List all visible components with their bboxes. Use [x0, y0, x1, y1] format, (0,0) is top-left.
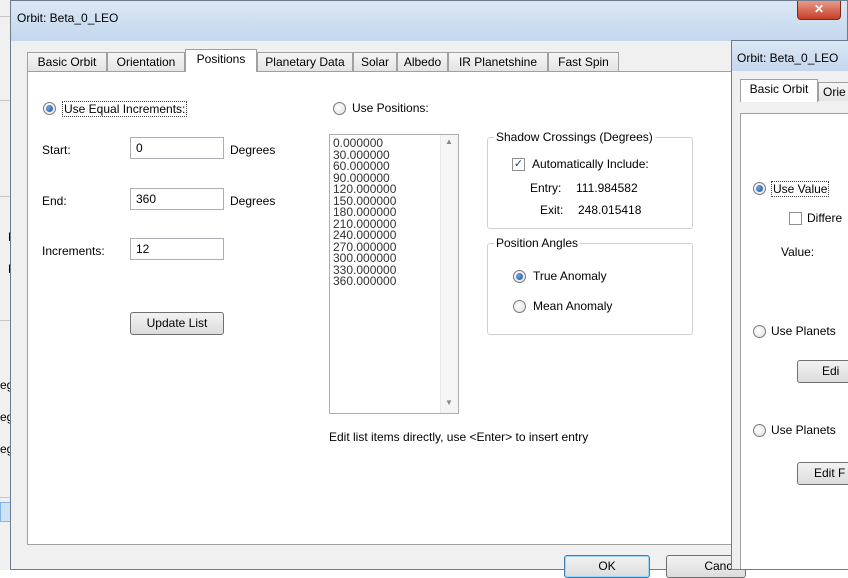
- use-planets-radio-2[interactable]: [753, 424, 766, 437]
- secondary-tab-orientation[interactable]: Orie: [818, 82, 848, 101]
- close-button[interactable]: ✕: [797, 1, 841, 20]
- orbit-dialog: Orbit: Beta_0_LEO ✕ Basic Orbit Orientat…: [10, 0, 848, 578]
- scroll-down-icon[interactable]: ▼: [445, 398, 453, 407]
- tab-basic-orbit[interactable]: Basic Orbit: [27, 52, 107, 71]
- use-equal-increments-label[interactable]: Use Equal Increments:: [62, 101, 188, 117]
- true-anomaly-label[interactable]: True Anomaly: [533, 269, 607, 283]
- shadow-crossings-group: Shadow Crossings (Degrees) ✓ Automatical…: [487, 130, 693, 229]
- use-planets-label-1[interactable]: Use Planets: [771, 324, 836, 338]
- entry-label: Entry:: [530, 181, 562, 195]
- auto-include-label: Automatically Include:: [532, 157, 649, 171]
- edit-button-2[interactable]: Edit F: [797, 462, 848, 485]
- auto-include-checkbox[interactable]: ✓: [512, 158, 525, 171]
- use-value-label[interactable]: Use Value: [771, 181, 830, 197]
- tab-fast-spin[interactable]: Fast Spin: [548, 52, 619, 71]
- list-hint: Edit list items directly, use <Enter> to…: [329, 430, 589, 444]
- update-list-button[interactable]: Update List: [130, 312, 224, 335]
- mean-anomaly-radio[interactable]: [513, 300, 526, 313]
- position-angles-group: Position Angles True Anomaly Mean Anomal…: [487, 236, 693, 335]
- different-label: Differe: [807, 211, 843, 225]
- tab-solar[interactable]: Solar: [353, 52, 397, 71]
- ok-button[interactable]: OK: [564, 555, 650, 578]
- orbit-dialog-secondary: Orbit: Beta_0_LEO Basic Orbit Orie Use V…: [731, 40, 848, 570]
- edit-button-1[interactable]: Edi: [797, 360, 848, 383]
- secondary-title-bar[interactable]: Orbit: Beta_0_LEO: [732, 41, 848, 71]
- end-label: End:: [42, 194, 67, 208]
- title-bar[interactable]: Orbit: Beta_0_LEO ✕: [11, 1, 847, 41]
- end-unit: Degrees: [230, 194, 276, 208]
- start-label: Start:: [42, 143, 71, 157]
- tab-positions[interactable]: Positions: [185, 49, 257, 72]
- exit-label: Exit:: [540, 203, 564, 217]
- end-input[interactable]: [130, 188, 224, 210]
- use-value-radio[interactable]: [753, 182, 766, 195]
- entry-value: 111.984582: [576, 181, 638, 195]
- different-checkbox[interactable]: [789, 212, 802, 225]
- position-angles-title: Position Angles: [494, 236, 581, 250]
- shadow-crossings-title: Shadow Crossings (Degrees): [494, 130, 655, 144]
- secondary-panel: Use Value Differe Value: Use Planets Edi…: [740, 113, 848, 569]
- start-unit: Degrees: [230, 143, 276, 157]
- positions-scrollbar[interactable]: ▲ ▼: [440, 135, 458, 413]
- scroll-up-icon[interactable]: ▲: [445, 137, 453, 146]
- use-positions-radio[interactable]: [333, 102, 346, 115]
- true-anomaly-radio[interactable]: [513, 270, 526, 283]
- use-planets-radio-1[interactable]: [753, 325, 766, 338]
- tab-albedo[interactable]: Albedo: [397, 52, 448, 71]
- secondary-dialog-title: Orbit: Beta_0_LEO: [737, 51, 839, 65]
- dialog-title: Orbit: Beta_0_LEO: [17, 11, 119, 25]
- mean-anomaly-label[interactable]: Mean Anomaly: [533, 299, 612, 313]
- tab-ir-planetshine[interactable]: IR Planetshine: [448, 52, 548, 71]
- positions-listbox[interactable]: 0.000000 30.000000 60.000000 90.000000 120.0…: [329, 134, 459, 414]
- use-positions-label[interactable]: Use Positions:: [352, 101, 429, 115]
- tab-orientation[interactable]: Orientation: [107, 52, 185, 71]
- positions-panel: Use Equal Increments: Start: Degrees End…: [27, 71, 740, 545]
- value-label: Value:: [781, 245, 815, 259]
- positions-list-item[interactable]: 360.000000: [330, 275, 458, 288]
- exit-value: 248.015418: [578, 203, 642, 217]
- use-planets-label-2[interactable]: Use Planets: [771, 423, 836, 437]
- use-equal-increments-radio[interactable]: [43, 102, 56, 115]
- start-input[interactable]: [130, 137, 224, 159]
- positions-list: 0.000000 30.000000 60.000000 90.000000 120.0…: [330, 135, 458, 288]
- tab-planetary-data[interactable]: Planetary Data: [257, 52, 353, 71]
- secondary-tab-basic-orbit[interactable]: Basic Orbit: [740, 79, 818, 102]
- increments-input[interactable]: [130, 238, 224, 260]
- increments-label: Increments:: [42, 244, 105, 258]
